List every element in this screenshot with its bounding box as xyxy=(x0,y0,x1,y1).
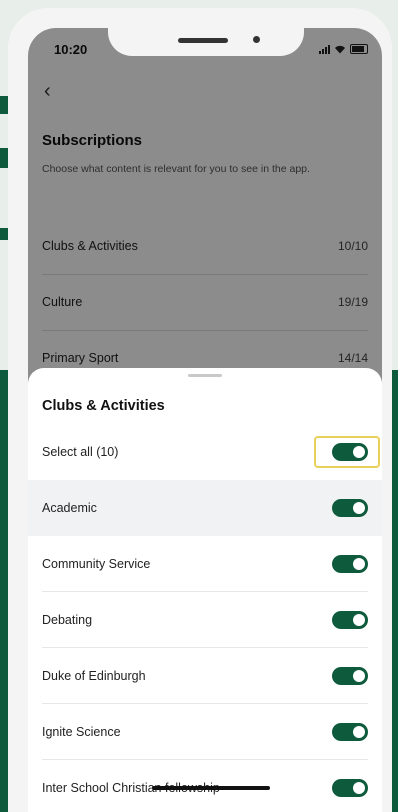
background-stripe xyxy=(0,96,8,114)
camera xyxy=(253,36,260,43)
toggle-switch[interactable] xyxy=(332,499,368,517)
select-all-row[interactable]: Select all (10) xyxy=(28,424,382,480)
toggle-switch[interactable] xyxy=(332,723,368,741)
background-stripe xyxy=(0,228,8,240)
toggle-switch[interactable] xyxy=(332,779,368,797)
list-item-debating[interactable]: Debating xyxy=(28,592,382,648)
phone-screen: 10:20 ‹ Subscriptions Choose what conten… xyxy=(28,28,382,812)
phone-notch xyxy=(108,28,304,56)
background-stripe xyxy=(0,148,8,168)
item-label: Academic xyxy=(42,501,97,515)
list-item-community-service[interactable]: Community Service xyxy=(28,536,382,592)
toggle-switch[interactable] xyxy=(332,611,368,629)
select-all-label: Select all (10) xyxy=(42,445,119,459)
list-item-duke-of-edinburgh[interactable]: Duke of Edinburgh xyxy=(28,648,382,704)
drag-handle[interactable] xyxy=(188,374,222,377)
item-label: Debating xyxy=(42,613,93,627)
list-item-ignite-science[interactable]: Ignite Science xyxy=(28,704,382,760)
list-item-academic[interactable]: Academic xyxy=(28,480,382,536)
home-indicator xyxy=(152,786,270,790)
bottom-sheet: Clubs & Activities Select all (10) Acade… xyxy=(28,368,382,812)
toggle-switch[interactable] xyxy=(332,667,368,685)
select-all-toggle[interactable] xyxy=(332,443,368,461)
item-label: Ignite Science xyxy=(42,725,121,739)
sheet-title: Clubs & Activities xyxy=(42,398,165,414)
item-label: Duke of Edinburgh xyxy=(42,669,146,683)
item-label: Community Service xyxy=(42,557,151,571)
speaker xyxy=(178,38,228,43)
toggle-switch[interactable] xyxy=(332,555,368,573)
